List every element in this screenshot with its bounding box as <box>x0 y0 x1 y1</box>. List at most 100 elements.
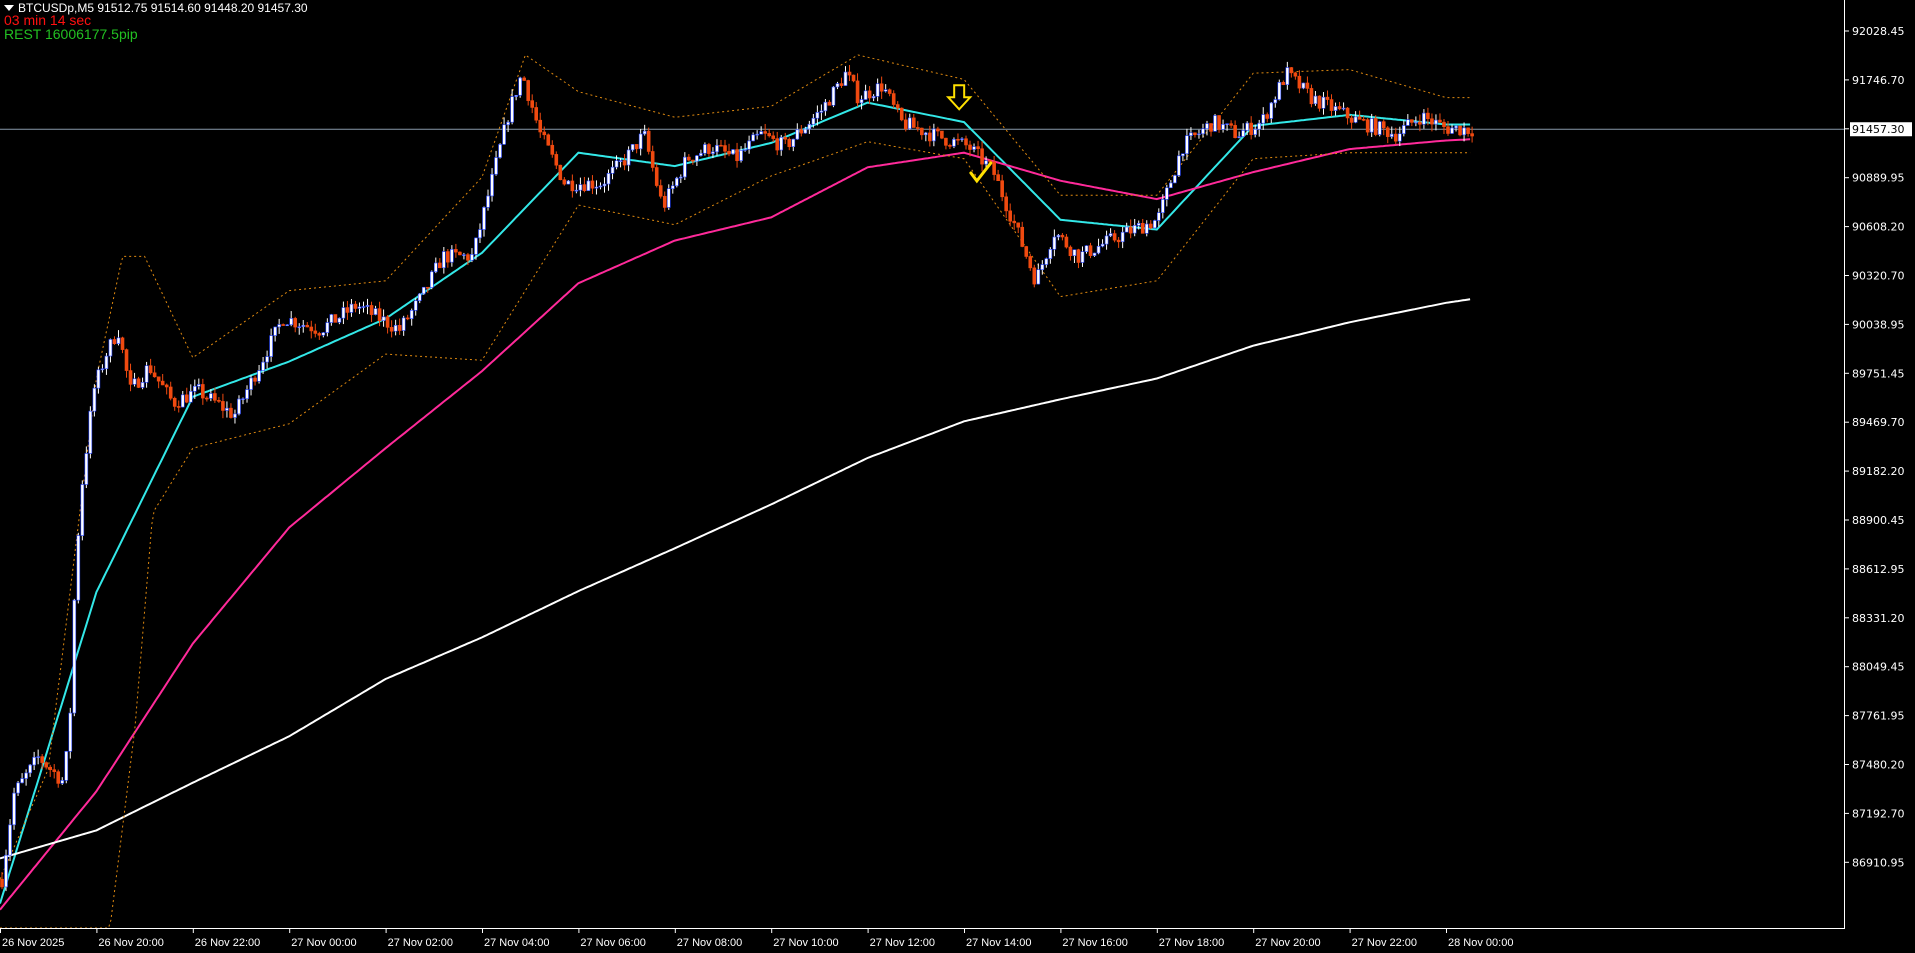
candle-body <box>875 83 880 97</box>
candle <box>960 137 964 142</box>
candle-body <box>353 303 358 309</box>
candle-body <box>116 337 121 344</box>
candle <box>1273 96 1278 108</box>
candle-body <box>84 453 89 485</box>
candle <box>112 336 117 345</box>
candle <box>1418 114 1422 132</box>
candle <box>128 363 133 392</box>
candle <box>389 320 394 338</box>
candle-body <box>1385 127 1390 137</box>
time-label: 26 Nov 20:00 <box>98 937 163 949</box>
candle <box>859 95 864 110</box>
candle <box>1052 229 1057 257</box>
candle-body <box>325 322 330 333</box>
candle <box>562 177 567 186</box>
time-label: 27 Nov 10:00 <box>773 937 838 949</box>
candle-body <box>466 254 470 261</box>
candle-body <box>1076 249 1081 263</box>
candle <box>20 773 24 784</box>
candle <box>104 353 109 375</box>
candle <box>221 393 225 419</box>
candle-body <box>450 249 454 263</box>
candle <box>695 154 699 167</box>
candle-body <box>438 262 442 269</box>
candle <box>502 117 506 145</box>
candle-body <box>152 372 157 378</box>
candle-body <box>1205 123 1209 130</box>
candle <box>751 132 755 142</box>
candle-body <box>936 128 940 132</box>
candle <box>1446 121 1450 136</box>
price-label: 87480.20 <box>1852 759 1905 772</box>
candle <box>1257 119 1262 137</box>
candle <box>1385 126 1390 144</box>
candle-body <box>703 144 707 154</box>
candle-body <box>1217 115 1221 130</box>
candle <box>1393 127 1398 145</box>
time-label: 27 Nov 00:00 <box>291 937 356 949</box>
candle <box>1289 67 1294 78</box>
candle <box>956 133 960 145</box>
candle-body <box>409 310 414 320</box>
candle <box>120 336 125 354</box>
candle <box>413 298 418 316</box>
candle <box>1305 76 1310 94</box>
dropdown-triangle-icon[interactable] <box>4 5 14 11</box>
candle <box>24 769 28 786</box>
candle <box>136 376 141 389</box>
price-chart[interactable]: 92028.4591746.7091177.4590889.9590608.20… <box>0 0 1915 953</box>
candle <box>353 300 358 313</box>
candle <box>337 317 342 325</box>
candle <box>767 128 771 138</box>
candle-body <box>666 188 671 208</box>
candle <box>1438 113 1442 123</box>
candle-body <box>104 355 109 370</box>
check-mark-icon <box>969 161 993 184</box>
candle <box>233 409 237 424</box>
candle-body <box>80 484 85 536</box>
candle-body <box>337 317 342 323</box>
candle-body <box>1277 82 1282 100</box>
candle-body <box>622 160 627 166</box>
candle-body <box>237 398 241 415</box>
candle <box>68 707 73 759</box>
candle <box>1410 119 1414 127</box>
candle-body <box>1148 223 1153 229</box>
candle <box>317 331 322 340</box>
candle-body <box>1450 127 1454 134</box>
candle <box>650 145 655 172</box>
candle-body <box>940 130 944 139</box>
candle-body <box>984 160 988 165</box>
candle <box>1080 246 1085 267</box>
candle <box>843 66 848 86</box>
candle-body <box>1080 251 1085 263</box>
candle <box>558 164 563 181</box>
candle-body <box>393 324 398 332</box>
candle <box>630 144 635 152</box>
candle <box>827 99 832 106</box>
candle-body <box>277 324 281 328</box>
candle-body <box>498 144 502 158</box>
candle <box>622 154 627 171</box>
candle <box>1450 124 1454 134</box>
candle-body <box>76 535 81 601</box>
candle-body <box>831 86 836 106</box>
candle <box>1293 71 1298 80</box>
candle <box>1333 102 1338 116</box>
candle <box>241 397 245 405</box>
candle-body <box>1462 127 1466 136</box>
bollinger-lower-line <box>0 141 1471 928</box>
candle-body <box>614 160 619 168</box>
candle <box>526 79 530 106</box>
candle <box>1088 242 1093 259</box>
candle-body <box>1466 127 1470 134</box>
price-label: 90608.20 <box>1852 221 1905 234</box>
candle <box>674 176 679 188</box>
candle-body <box>1032 267 1037 285</box>
candle <box>421 286 426 295</box>
candle-body <box>751 134 755 142</box>
candle <box>433 257 438 274</box>
time-label: 26 Nov 2025 <box>2 937 64 949</box>
candle <box>715 139 719 156</box>
candle <box>365 298 370 315</box>
